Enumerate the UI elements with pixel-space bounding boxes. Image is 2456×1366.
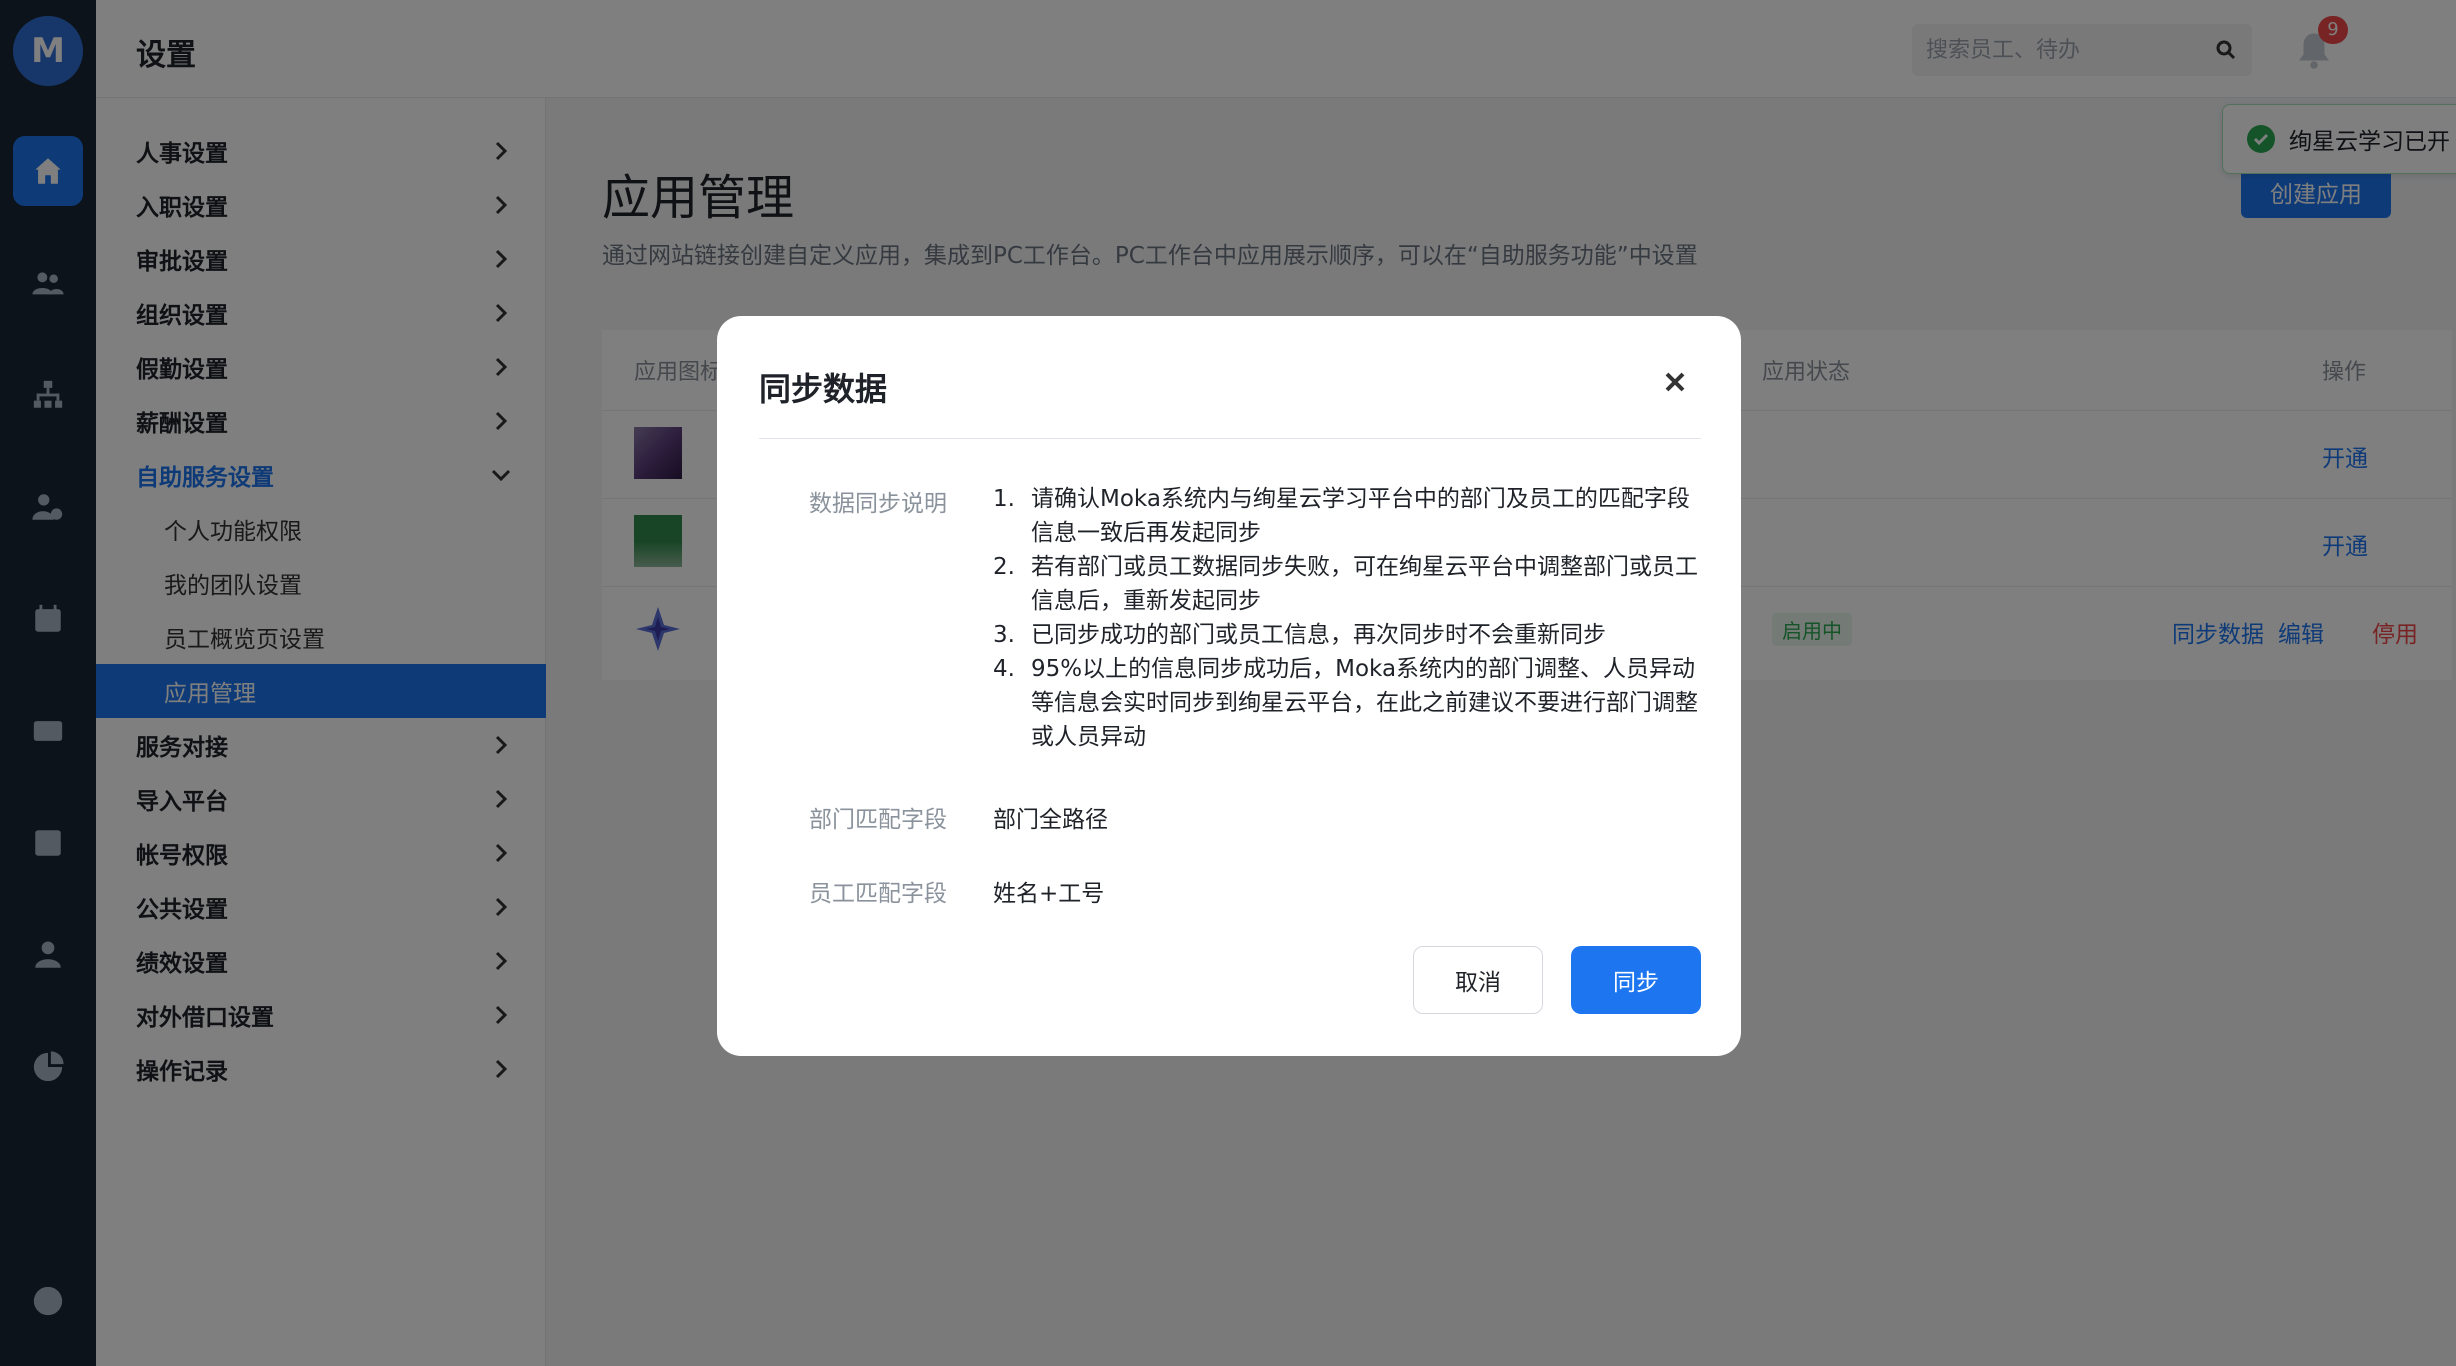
list-text: 已同步成功的部门或员工信息，再次同步时不会重新同步: [1031, 622, 1606, 648]
cancel-button[interactable]: 取消: [1413, 946, 1543, 1014]
employee-match-label: 员工匹配字段: [809, 881, 947, 907]
list-number: 2.: [993, 554, 1015, 580]
list-item: 1. 请确认Moka系统内与绚星云学习平台中的部门及员工的匹配字段信息一致后再发起…: [993, 482, 1703, 550]
sync-data-dialog: 同步数据 数据同步说明 1. 请确认Moka系统内与绚星云学习平台中的部门及员工的…: [717, 316, 1741, 1056]
list-item: 4. 95%以上的信息同步成功后，Moka系统内的部门调整、人员异动等信息会实时同…: [993, 652, 1703, 754]
list-text: 若有部门或员工数据同步失败，可在绚星云平台中调整部门或员工信息后，重新发起同步: [1031, 554, 1698, 614]
sync-button[interactable]: 同步: [1571, 946, 1701, 1014]
sync-description-label: 数据同步说明: [809, 491, 947, 517]
dept-match-value: 部门全路径: [993, 807, 1108, 833]
dialog-title: 同步数据: [759, 370, 888, 408]
dept-match-label: 部门匹配字段: [809, 807, 947, 833]
dialog-divider: [759, 438, 1701, 439]
list-number: 4.: [993, 656, 1015, 682]
employee-match-value: 姓名+工号: [993, 881, 1105, 907]
list-number: 1.: [993, 486, 1015, 512]
list-item: 3. 已同步成功的部门或员工信息，再次同步时不会重新同步: [993, 618, 1703, 652]
list-item: 2. 若有部门或员工数据同步失败，可在绚星云平台中调整部门或员工信息后，重新发起同…: [993, 550, 1703, 618]
sync-description-list: 1. 请确认Moka系统内与绚星云学习平台中的部门及员工的匹配字段信息一致后再发起…: [993, 482, 1703, 754]
close-icon[interactable]: [1661, 368, 1689, 396]
list-number: 3.: [993, 622, 1015, 648]
list-text: 请确认Moka系统内与绚星云学习平台中的部门及员工的匹配字段信息一致后再发起同步: [1031, 486, 1690, 546]
list-text: 95%以上的信息同步成功后，Moka系统内的部门调整、人员异动等信息会实时同步到…: [1031, 656, 1698, 750]
